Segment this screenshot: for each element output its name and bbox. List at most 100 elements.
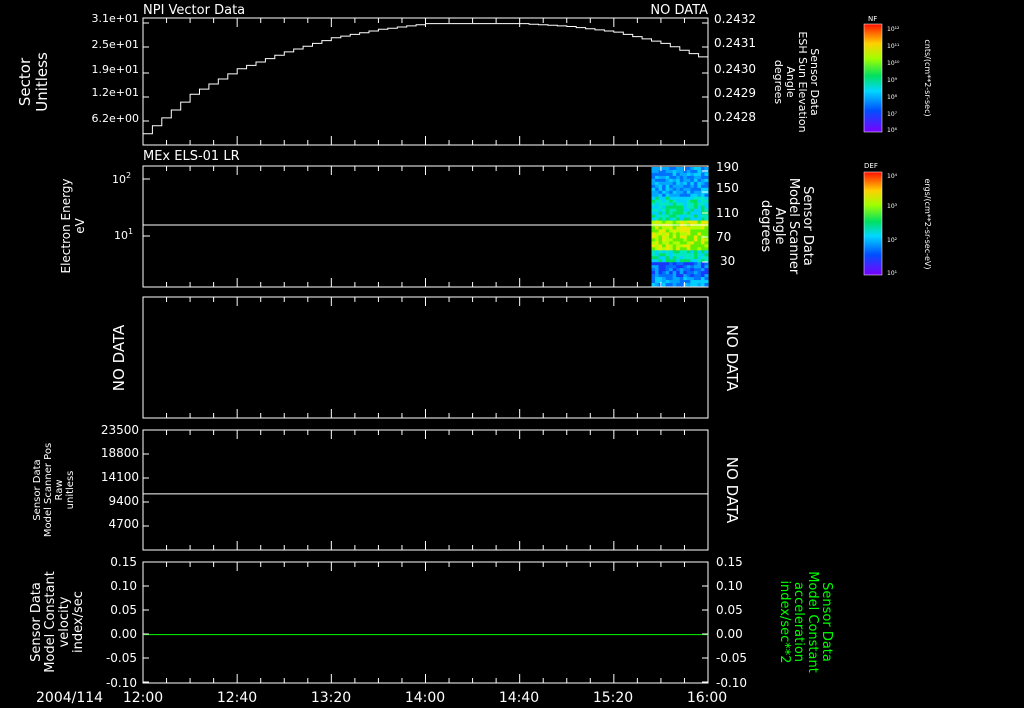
spectrogram-cell xyxy=(679,274,684,278)
spectrogram-cell xyxy=(658,271,663,275)
p4-left-tick: 23500 xyxy=(101,423,139,437)
p1-right-label-line: degrees xyxy=(772,60,785,105)
spectrogram-cell xyxy=(697,184,702,189)
spectrogram-cell xyxy=(700,217,705,221)
spectrogram-cell xyxy=(697,229,702,233)
spectrogram-cell xyxy=(700,167,705,171)
spectrogram-cell xyxy=(697,187,702,192)
colorbar-nf-title: NF xyxy=(868,15,877,23)
spectrogram-cell xyxy=(697,232,702,236)
spectrogram-cell xyxy=(662,167,667,171)
spectrogram-cell xyxy=(693,253,698,257)
spectrogram-cell xyxy=(704,193,709,198)
spectrogram-cell xyxy=(658,256,663,260)
spectrogram-cell xyxy=(697,205,702,210)
spectrogram-cell xyxy=(690,167,695,171)
spectrogram-cell xyxy=(697,274,702,278)
spectrogram-cell xyxy=(697,283,702,287)
spectrogram-cell xyxy=(676,220,681,224)
p2-right-tick: 190 xyxy=(716,160,739,174)
spectrogram-cell xyxy=(697,172,702,177)
colorbar-def-tick: 10⁴ xyxy=(887,173,898,180)
panel5-frame xyxy=(142,561,709,684)
spectrogram-cell xyxy=(669,277,674,281)
spectrogram-cell xyxy=(704,199,709,204)
spectrogram-cell xyxy=(655,211,659,216)
p5-right-tick: 0.05 xyxy=(716,603,743,617)
spectrogram-cell xyxy=(693,280,698,284)
spectrogram-cell xyxy=(693,175,698,180)
spectrogram-cell xyxy=(683,280,688,284)
spectrogram-cell xyxy=(693,229,698,233)
spectrogram-cell xyxy=(693,208,698,213)
spectrogram-cell xyxy=(662,271,667,275)
p2-right-label-line: degrees xyxy=(758,200,773,253)
spectrogram-cell xyxy=(658,205,663,210)
spectrogram-cell xyxy=(662,196,667,201)
spectrogram-cell xyxy=(672,250,677,254)
spectrogram-cell xyxy=(693,283,698,287)
spectrogram-cell xyxy=(690,280,695,284)
p1-right-tick: 0.2430 xyxy=(714,62,756,76)
spectrogram-cell xyxy=(672,193,677,198)
spectrogram-cell xyxy=(679,229,684,233)
spectrogram-cell xyxy=(662,193,667,198)
spectrogram-cell xyxy=(704,178,709,183)
spectrogram-cell xyxy=(683,262,688,266)
spectrogram-cell xyxy=(700,178,705,183)
spectrogram-cell xyxy=(669,244,674,248)
p5-ylabel-line: Model Constant xyxy=(43,571,58,673)
spectrogram-cell xyxy=(683,235,688,239)
spectrogram-cell xyxy=(690,232,695,236)
p5-left-tick: -0.05 xyxy=(106,651,137,665)
p3-left-status: NO DATA xyxy=(110,324,128,391)
spectrogram-cell xyxy=(669,196,674,201)
spectrogram-cell xyxy=(686,211,691,216)
spectrogram-cell xyxy=(686,283,691,287)
spectrogram-cell xyxy=(672,265,677,269)
spectrogram-cell xyxy=(672,229,677,233)
spectrogram-cell xyxy=(686,205,691,210)
spectrogram-cell xyxy=(704,184,709,189)
spectrogram-cell xyxy=(676,187,681,192)
spectrogram-cell xyxy=(655,220,659,224)
spectrogram-cell xyxy=(697,169,702,174)
spectrogram-cell xyxy=(679,241,684,245)
spectrogram-cell xyxy=(672,178,677,183)
spectrogram-cell xyxy=(686,175,691,180)
spectrogram-cell xyxy=(679,277,684,281)
spectrogram-cell xyxy=(697,280,702,284)
spectrogram-cell xyxy=(651,169,656,174)
spectrogram-cell xyxy=(686,241,691,245)
spectrogram-cell xyxy=(669,208,674,213)
spectrogram-cell xyxy=(669,250,674,254)
spectrogram-cell xyxy=(672,238,677,242)
spectrogram-cell xyxy=(704,205,709,210)
spectrogram-cell xyxy=(697,277,702,281)
spectrogram-cell xyxy=(679,208,684,213)
spectrogram-cell xyxy=(697,259,702,263)
spectrogram-cell xyxy=(655,250,659,254)
spectrogram-cell xyxy=(693,268,698,272)
spectrogram-cell xyxy=(679,181,684,186)
spectrogram-cell xyxy=(676,172,681,177)
colorbar-def-label: ergs/(cm**2-sr-sec-eV) xyxy=(923,178,932,269)
spectrogram-cell xyxy=(665,247,670,251)
spectrogram-cell xyxy=(690,208,695,213)
spectrogram-cell xyxy=(672,187,677,192)
spectrogram-cell xyxy=(662,238,667,242)
spectrogram-cell xyxy=(683,202,688,207)
spectrogram-cell xyxy=(662,217,667,221)
panel3-frame xyxy=(142,296,709,419)
spectrogram-cell xyxy=(669,238,674,242)
spectrogram-cell xyxy=(665,268,670,272)
spectrogram-cell xyxy=(693,193,698,198)
spectrogram-cell xyxy=(651,220,656,224)
spectrogram-cell xyxy=(686,199,691,204)
spectrogram-cell xyxy=(704,214,709,218)
spectrogram-cell xyxy=(700,253,705,257)
colorbar-def-tick: 10² xyxy=(887,237,898,244)
spectrogram-cell xyxy=(690,220,695,224)
spectrogram-cell xyxy=(690,277,695,281)
spectrogram-cell xyxy=(655,277,659,281)
